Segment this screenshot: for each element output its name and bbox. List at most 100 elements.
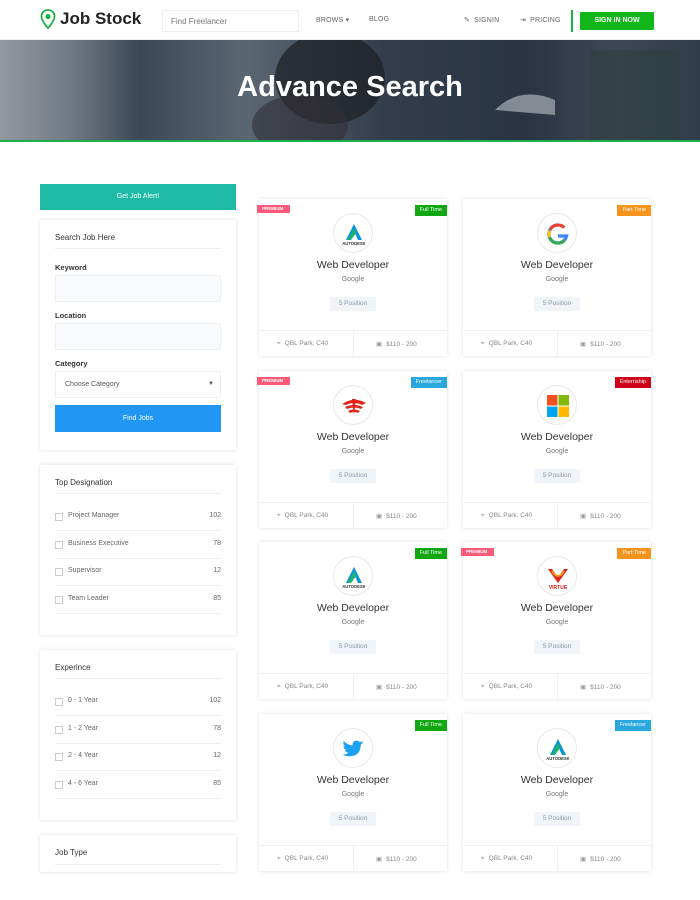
top-navbar: Job Stock BROWS ▾ BLOG ✎SIGNIN ⇥PRICING … bbox=[0, 0, 700, 40]
experience-option[interactable]: 2 - 4 Year 12 bbox=[55, 744, 221, 771]
money-icon: ▣ bbox=[376, 513, 383, 520]
job-type-badge: Enternship bbox=[614, 377, 651, 388]
freelancer-search-input[interactable] bbox=[162, 10, 299, 32]
option-label: 2 - 4 Year bbox=[68, 752, 98, 759]
category-label: Category bbox=[55, 359, 88, 368]
money-icon: ▣ bbox=[580, 856, 587, 863]
pricing-label: PRICING bbox=[530, 17, 561, 24]
checkbox[interactable] bbox=[55, 568, 63, 576]
location-label: Location bbox=[55, 311, 87, 320]
location-text: QBL Park, C40 bbox=[488, 340, 533, 347]
job-title[interactable]: Web Developer bbox=[463, 774, 651, 786]
salary-text: $110 - 200 bbox=[386, 856, 417, 863]
experience-panel-title: Experince bbox=[55, 663, 91, 672]
checkbox[interactable] bbox=[55, 513, 63, 521]
card-footer: ⌖ QBL Park, C40 ▣ $110 - 200 bbox=[259, 502, 447, 529]
designation-option[interactable]: Business Executive 78 bbox=[55, 532, 221, 559]
premium-ribbon: PREMIUM bbox=[257, 205, 291, 213]
money-icon: ▣ bbox=[376, 341, 383, 348]
microsoft-logo bbox=[537, 385, 577, 425]
job-card[interactable]: PREMIUM Full Time AUTODESK Web Developer… bbox=[257, 199, 447, 357]
job-title[interactable]: Web Developer bbox=[259, 774, 447, 786]
find-jobs-button[interactable]: Find Jobs bbox=[55, 405, 221, 432]
job-card[interactable]: Part Time Web Developer Google 5 Positio… bbox=[463, 199, 651, 357]
twitter-logo bbox=[333, 728, 373, 768]
footer-divider bbox=[353, 846, 354, 872]
svg-text:AUTODESK: AUTODESK bbox=[342, 584, 365, 589]
job-card[interactable]: PREMIUM Freelancer Web Developer Google … bbox=[257, 371, 447, 529]
job-type-panel-title: Job Type bbox=[55, 848, 88, 857]
option-count: 78 bbox=[213, 540, 221, 547]
job-card[interactable]: Enternship Web Developer Google 5 Positi… bbox=[463, 371, 651, 529]
nav-signin-link[interactable]: ✎ SIGNIN bbox=[464, 16, 499, 24]
checkbox[interactable] bbox=[55, 781, 63, 789]
company-name: Google bbox=[545, 276, 569, 283]
category-select[interactable]: Choose Category ▼ bbox=[55, 371, 221, 398]
job-type-panel: Job Type bbox=[40, 835, 236, 872]
svg-text:VIRTUE: VIRTUE bbox=[549, 585, 568, 591]
checkbox[interactable] bbox=[55, 726, 63, 734]
company-name: Google bbox=[545, 791, 569, 798]
job-card[interactable]: Full Time AUTODESK Web Developer Google … bbox=[259, 542, 447, 700]
card-footer: ⌖ QBL Park, C40 ▣ $110 - 200 bbox=[259, 845, 447, 872]
experience-option[interactable]: 0 - 1 Year 102 bbox=[55, 689, 221, 716]
job-title[interactable]: Web Developer bbox=[259, 431, 447, 443]
money-icon: ▣ bbox=[376, 684, 383, 691]
job-card[interactable]: Freelancer AUTODESK Web Developer Google… bbox=[463, 714, 651, 872]
job-title[interactable]: Web Developer bbox=[259, 602, 447, 614]
job-title[interactable]: Web Developer bbox=[463, 259, 651, 271]
job-card[interactable]: PREMIUM Part Time VIRTUE Web Developer G… bbox=[461, 542, 651, 700]
sign-in-now-button[interactable]: SIGN IN NOW bbox=[580, 12, 654, 30]
map-pin-icon: ⌖ bbox=[481, 855, 485, 862]
checkbox[interactable] bbox=[55, 753, 63, 761]
option-count: 102 bbox=[209, 697, 221, 704]
footer-divider bbox=[353, 674, 354, 700]
nav-pricing-link[interactable]: ⇥ PRICING bbox=[520, 16, 561, 24]
option-count: 102 bbox=[209, 512, 221, 519]
site-logo[interactable]: Job Stock bbox=[40, 9, 141, 29]
money-icon: ▣ bbox=[580, 513, 587, 520]
job-type-badge: Full Time bbox=[414, 548, 447, 559]
designation-option[interactable]: Team Leader 85 bbox=[55, 587, 221, 614]
checkbox[interactable] bbox=[55, 596, 63, 604]
job-salary: ▣ $110 - 200 bbox=[376, 340, 417, 348]
option-count: 12 bbox=[213, 752, 221, 759]
option-label: Project Manager bbox=[68, 512, 120, 519]
positions-badge: 5 Position bbox=[330, 640, 376, 654]
nav-blog-link[interactable]: BLOG bbox=[369, 16, 389, 23]
keyword-input[interactable] bbox=[55, 275, 221, 302]
experience-option[interactable]: 4 - 6 Year 85 bbox=[55, 772, 221, 799]
location-input[interactable] bbox=[55, 323, 221, 350]
salary-text: $110 - 200 bbox=[386, 513, 417, 520]
keyword-label: Keyword bbox=[55, 263, 87, 272]
experience-option[interactable]: 1 - 2 Year 78 bbox=[55, 717, 221, 744]
job-salary: ▣ $110 - 200 bbox=[376, 683, 417, 691]
positions-badge: 5 Position bbox=[534, 640, 580, 654]
get-job-alert-button[interactable]: Get Job Alert! bbox=[40, 184, 236, 210]
checkbox[interactable] bbox=[55, 698, 63, 706]
job-title[interactable]: Web Developer bbox=[463, 602, 651, 614]
map-pin-icon: ⌖ bbox=[481, 512, 485, 519]
location-text: QBL Park, C40 bbox=[284, 512, 329, 519]
job-salary: ▣ $110 - 200 bbox=[580, 340, 621, 348]
card-footer: ⌖ QBL Park, C40 ▣ $110 - 200 bbox=[463, 502, 651, 529]
job-location: ⌖ QBL Park, C40 bbox=[481, 855, 532, 863]
search-panel-title: Search Job Here bbox=[55, 233, 116, 242]
company-name: Google bbox=[341, 791, 365, 798]
job-card[interactable]: Full Time Web Developer Google 5 Positio… bbox=[259, 714, 447, 872]
location-text: QBL Park, C40 bbox=[284, 683, 329, 690]
money-icon: ▣ bbox=[580, 341, 587, 348]
checkbox[interactable] bbox=[55, 541, 63, 549]
designation-option[interactable]: Supervisor 12 bbox=[55, 559, 221, 586]
google-logo bbox=[537, 213, 577, 253]
designation-option[interactable]: Project Manager 102 bbox=[55, 504, 221, 531]
nav-browse-dropdown[interactable]: BROWS ▾ bbox=[316, 16, 349, 24]
job-location: ⌖ QBL Park, C40 bbox=[277, 512, 328, 520]
job-salary: ▣ $110 - 200 bbox=[580, 855, 621, 863]
card-footer: ⌖ QBL Park, C40 ▣ $110 - 200 bbox=[259, 673, 447, 700]
pencil-icon: ✎ bbox=[464, 17, 471, 24]
positions-badge: 5 Position bbox=[534, 812, 580, 826]
job-salary: ▣ $110 - 200 bbox=[376, 855, 417, 863]
job-title[interactable]: Web Developer bbox=[259, 259, 447, 271]
job-title[interactable]: Web Developer bbox=[463, 431, 651, 443]
